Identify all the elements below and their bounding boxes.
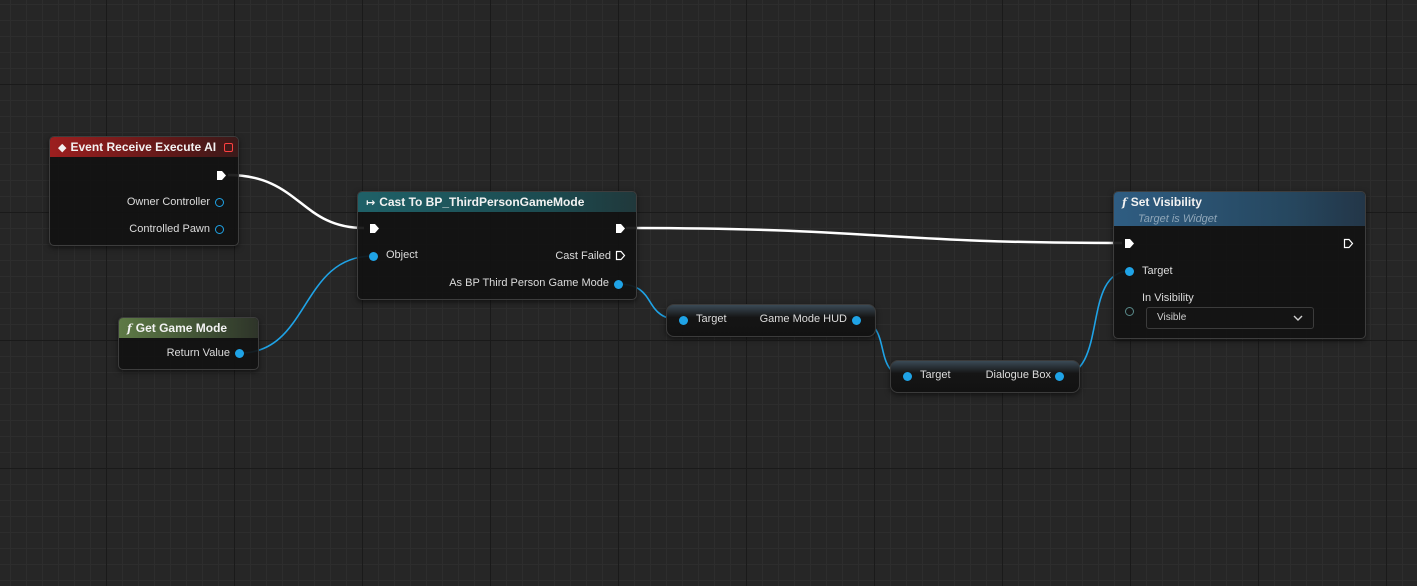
controlled-pawn-pin[interactable]: [215, 225, 224, 234]
setvis-exec-out-pin[interactable]: [1343, 238, 1354, 249]
visibility-dropdown[interactable]: Visible: [1146, 307, 1314, 329]
event-node-title: Event Receive Execute AI: [70, 140, 217, 154]
hud-target-label: Target: [696, 313, 727, 325]
cast-failed-label: Cast Failed: [555, 250, 611, 262]
dialogue-box-label: Dialogue Box: [985, 369, 1051, 381]
owner-controller-label: Owner Controller: [126, 196, 210, 208]
cast-exec-out-pin[interactable]: [615, 223, 626, 234]
return-value-label: Return Value: [166, 347, 230, 359]
in-visibility-pin[interactable]: [1125, 307, 1134, 316]
data-wire-gamemode-to-object: [239, 255, 374, 354]
setvis-exec-in-pin[interactable]: [1124, 238, 1135, 249]
set-visibility-node[interactable]: f Set Visibility Target is Widget Target …: [1113, 191, 1366, 339]
object-pin[interactable]: [369, 252, 378, 261]
dialogue-box-pin[interactable]: [1055, 372, 1064, 381]
dialogue-target-label: Target: [920, 369, 951, 381]
exec-wire-event-to-cast: [227, 173, 365, 230]
event-receive-execute-ai-node[interactable]: ◆ Event Receive Execute AI Owner Controll…: [49, 136, 239, 246]
hud-target-pin[interactable]: [679, 316, 688, 325]
event-exec-out-pin[interactable]: [216, 170, 227, 181]
setvis-target-label: Target: [1142, 265, 1173, 277]
cast-failed-exec-pin[interactable]: [615, 250, 626, 261]
as-bp-third-person-label: As BP Third Person Game Mode: [449, 277, 609, 289]
get-game-mode-header[interactable]: f Get Game Mode: [119, 318, 258, 338]
visibility-dropdown-value: Visible: [1157, 312, 1187, 323]
cast-to-gamemode-node[interactable]: ↦ Cast To BP_ThirdPersonGameMode Object C…: [357, 191, 637, 300]
exec-wire-cast-to-setvis: [625, 226, 1123, 245]
event-delegate-pin[interactable]: [224, 143, 233, 152]
event-node-header[interactable]: ◆ Event Receive Execute AI: [50, 137, 238, 157]
in-visibility-label: In Visibility: [1142, 292, 1194, 304]
get-game-mode-hud-node[interactable]: Target Game Mode HUD: [666, 304, 876, 337]
dialogue-target-pin[interactable]: [903, 372, 912, 381]
get-game-mode-node[interactable]: f Get Game Mode Return Value: [118, 317, 259, 370]
get-dialogue-box-node[interactable]: Target Dialogue Box: [890, 360, 1080, 393]
object-label: Object: [386, 249, 418, 261]
function-f-icon: f: [127, 322, 132, 335]
cast-arrows-icon: ↦: [366, 197, 376, 209]
controlled-pawn-label: Controlled Pawn: [129, 223, 210, 235]
cast-node-title: Cast To BP_ThirdPersonGameMode: [379, 195, 585, 209]
set-visibility-header[interactable]: f Set Visibility Target is Widget: [1114, 192, 1365, 226]
return-value-pin[interactable]: [235, 349, 244, 358]
set-visibility-subtitle: Target is Widget: [1138, 213, 1217, 225]
as-bp-third-person-pin[interactable]: [614, 280, 623, 289]
diamond-event-icon: ◆: [58, 142, 67, 154]
cast-node-header[interactable]: ↦ Cast To BP_ThirdPersonGameMode: [358, 192, 636, 212]
game-mode-hud-label: Game Mode HUD: [759, 313, 847, 325]
cast-exec-in-pin[interactable]: [369, 223, 380, 234]
game-mode-hud-pin[interactable]: [852, 316, 861, 325]
chevron-down-icon: [1293, 308, 1303, 336]
function-f-icon: f: [1122, 196, 1127, 209]
owner-controller-pin[interactable]: [215, 198, 224, 207]
set-visibility-title: Set Visibility: [1130, 195, 1202, 209]
get-game-mode-title: Get Game Mode: [135, 321, 228, 335]
setvis-target-pin[interactable]: [1125, 267, 1134, 276]
